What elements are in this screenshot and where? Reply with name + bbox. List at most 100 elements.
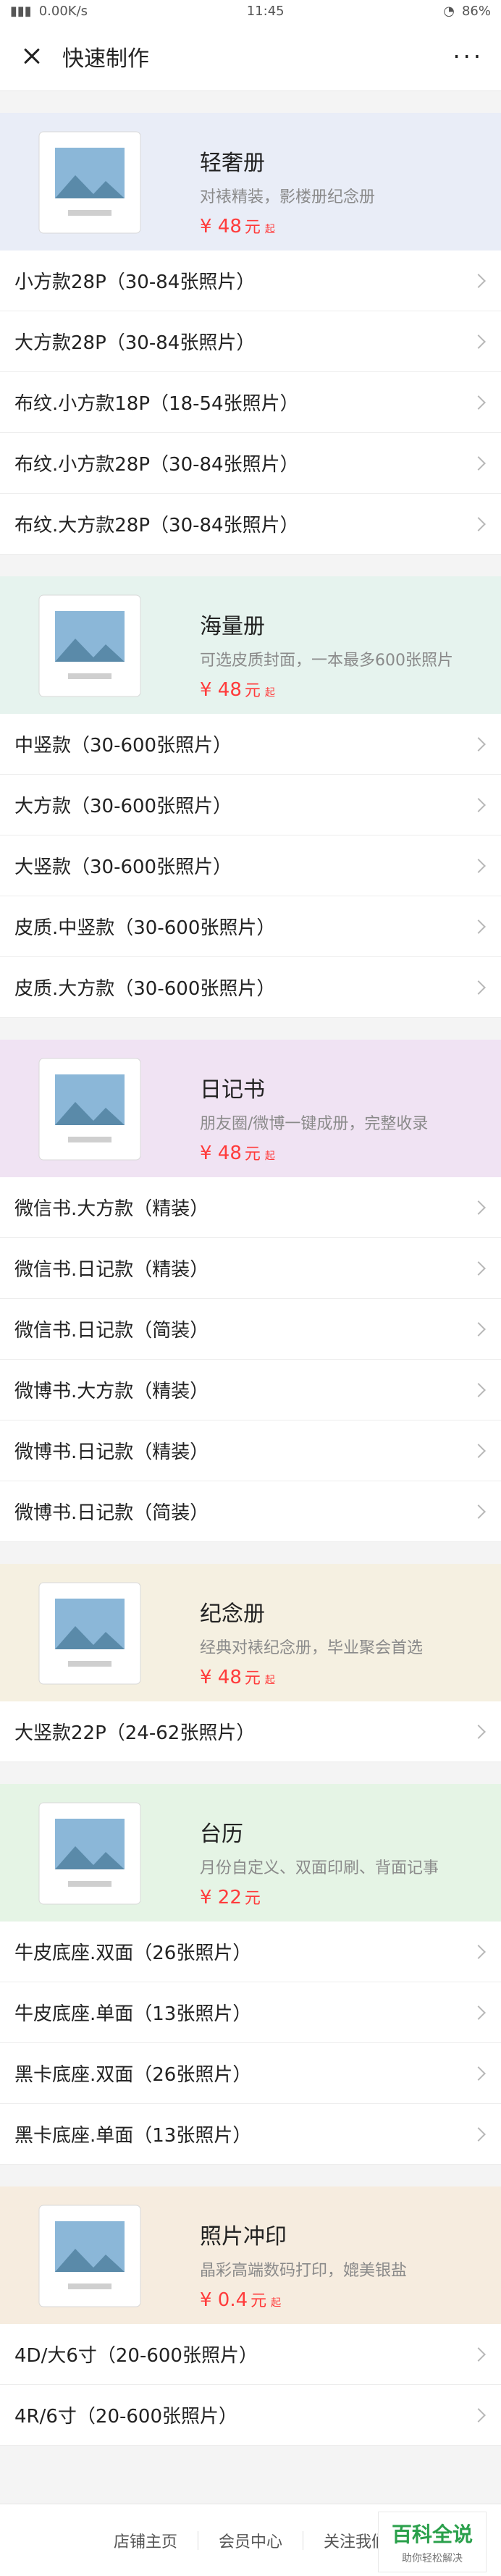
chevron-right-icon <box>471 980 486 995</box>
product-list: 轻奢册 对裱精装，影楼册纪念册 ¥ 48 元起小方款28P（30-84张照片） 大方款2… <box>0 91 501 2504</box>
product-option-row[interactable]: 小方款28P（30-84张照片） <box>0 251 501 311</box>
section-subtitle: 晶彩高端数码打印，媲美银盐 <box>200 2262 408 2280</box>
product-option-row[interactable]: 微博书.日记款（精装） <box>0 1420 501 1481</box>
memorial-book-icon <box>25 1570 155 1700</box>
section-banner[interactable]: 照片冲印 晶彩高端数码打印，媲美银盐 ¥ 0.4 元起 <box>0 2186 501 2324</box>
section-banner[interactable]: 纪念册 经典对裱纪念册，毕业聚会首选 ¥ 48 元起 <box>0 1564 501 1701</box>
status-left: ▮▮▮ 0.00K/s <box>10 4 88 19</box>
product-section: 台历 月份自定义、双面印刷、背面记事 ¥ 22 元牛皮底座.双面（26张照片） 牛皮底座… <box>0 1784 501 2165</box>
section-gap <box>0 2446 501 2504</box>
price-value: ¥ 48 <box>200 216 242 237</box>
section-price: ¥ 48 元起 <box>200 1141 428 1164</box>
section-text: 海量册 可选皮质封面，一本最多600张照片 ¥ 48 元起 <box>200 608 453 701</box>
product-option-row[interactable]: 黑卡底座.单面（13张照片） <box>0 2104 501 2165</box>
chevron-right-icon <box>471 797 486 812</box>
chevron-right-icon <box>471 2407 486 2423</box>
section-title: 轻奢册 <box>200 151 265 176</box>
chevron-right-icon <box>471 919 486 934</box>
chevron-right-icon <box>471 516 486 531</box>
product-option-label: 微博书.大方款（精装） <box>14 1381 209 1402</box>
product-option-label: 牛皮底座.双面（26张照片） <box>14 1942 252 1964</box>
section-text: 纪念册 经典对裱纪念册，毕业聚会首选 ¥ 48 元起 <box>200 1596 423 1688</box>
price-from-label: 起 <box>264 1150 275 1162</box>
product-option-label: 微信书.大方款（精装） <box>14 1198 209 1220</box>
product-option-label: 大竖款（30-600张照片） <box>14 856 232 878</box>
product-option-row[interactable]: 布纹.大方款28P（30-84张照片） <box>0 494 501 555</box>
product-option-row[interactable]: 微信书.日记款（精装） <box>0 1238 501 1299</box>
chevron-right-icon <box>471 1260 486 1276</box>
product-option-row[interactable]: 微博书.日记款（简装） <box>0 1481 501 1542</box>
price-unit: 元 <box>244 682 261 700</box>
status-time: 11:45 <box>246 3 285 19</box>
more-menu-icon[interactable]: ··· <box>452 43 484 70</box>
product-option-row[interactable]: 皮质.中竖款（30-600张照片） <box>0 896 501 957</box>
status-right: ◔ 86% <box>443 4 491 19</box>
close-icon[interactable] <box>17 42 46 71</box>
price-value: ¥ 48 <box>200 1667 242 1688</box>
product-option-label: 微信书.日记款（简装） <box>14 1320 209 1342</box>
chevron-right-icon <box>471 2126 486 2142</box>
product-option-label: 黑卡底座.双面（26张照片） <box>14 2064 252 2086</box>
section-gap <box>0 91 501 113</box>
product-option-row[interactable]: 布纹.小方款18P（18-54张照片） <box>0 372 501 433</box>
section-banner[interactable]: 海量册 可选皮质封面，一本最多600张照片 ¥ 48 元起 <box>0 576 501 714</box>
product-option-row[interactable]: 微信书.大方款（精装） <box>0 1177 501 1238</box>
page-title: 快速制作 <box>62 46 149 72</box>
price-unit: 元 <box>250 2292 267 2310</box>
watermark-subtitle: 助你轻松解决 <box>402 2553 463 2564</box>
top-navbar: 快速制作 ··· <box>0 22 501 91</box>
wifi-icon: ◔ <box>443 3 455 19</box>
price-unit: 元 <box>244 1890 261 1908</box>
product-option-row[interactable]: 4R/6寸（20-600张照片） <box>0 2385 501 2446</box>
product-option-row[interactable]: 4D/大6寸（20-600张照片） <box>0 2324 501 2385</box>
product-option-row[interactable]: 中竖款（30-600张照片） <box>0 714 501 775</box>
price-from-label: 起 <box>264 1675 275 1686</box>
product-option-row[interactable]: 黑卡底座.双面（26张照片） <box>0 2043 501 2104</box>
desk-calendar-icon <box>25 1790 155 1920</box>
product-option-row[interactable]: 布纹.小方款28P（30-84张照片） <box>0 433 501 494</box>
product-option-row[interactable]: 微信书.日记款（简装） <box>0 1299 501 1360</box>
network-speed: 0.00K/s <box>38 3 88 19</box>
photo-book-icon <box>25 582 155 712</box>
product-section: 海量册 可选皮质封面，一本最多600张照片 ¥ 48 元起中竖款（30-600张照片）… <box>0 576 501 1018</box>
product-option-row[interactable]: 大竖款22P（24-62张照片） <box>0 1701 501 1762</box>
product-option-label: 大竖款22P（24-62张照片） <box>14 1722 256 1744</box>
section-text: 照片冲印 晶彩高端数码打印，媲美银盐 ¥ 0.4 元起 <box>200 2218 407 2311</box>
product-option-row[interactable]: 大方款（30-600张照片） <box>0 775 501 835</box>
chevron-right-icon <box>471 1504 486 1519</box>
footer-link-shop-home[interactable]: 店铺主页 <box>114 2529 177 2552</box>
section-price: ¥ 48 元起 <box>200 678 453 701</box>
product-section: 照片冲印 晶彩高端数码打印，媲美银盐 ¥ 0.4 元起 4D/大6寸（20-600张照片… <box>0 2186 501 2446</box>
product-option-row[interactable]: 微博书.大方款（精装） <box>0 1360 501 1420</box>
watermark-title: 百科全说 <box>391 2522 473 2546</box>
watermark-badge: 百科全说 助你轻松解决 <box>378 2512 487 2572</box>
section-title: 台历 <box>200 1822 243 1847</box>
section-text: 轻奢册 对裱精装，影楼册纪念册 ¥ 48 元起 <box>200 145 375 237</box>
product-option-row[interactable]: 牛皮底座.双面（26张照片） <box>0 1922 501 1982</box>
product-option-row[interactable]: 皮质.大方款（30-600张照片） <box>0 957 501 1018</box>
section-banner[interactable]: 日记书 朋友圈/微博一键成册，完整收录 ¥ 48 元起 <box>0 1040 501 1177</box>
product-option-label: 皮质.中竖款（30-600张照片） <box>14 917 276 939</box>
product-option-label: 微信书.日记款（精装） <box>14 1259 209 1281</box>
price-value: ¥ 22 <box>200 1887 242 1908</box>
bottom-footer: 店铺主页 会员中心 关注我们 百科全说 助你轻松解决 <box>0 2504 501 2576</box>
chevron-right-icon <box>471 1382 486 1397</box>
section-banner[interactable]: 台历 月份自定义、双面印刷、背面记事 ¥ 22 元 <box>0 1784 501 1922</box>
footer-link-member-center[interactable]: 会员中心 <box>219 2529 282 2552</box>
section-gap <box>0 1762 501 1784</box>
product-option-row[interactable]: 牛皮底座.单面（13张照片） <box>0 1982 501 2043</box>
section-price: ¥ 48 元起 <box>200 214 375 237</box>
product-option-label: 布纹.小方款28P（30-84张照片） <box>14 454 299 476</box>
product-option-label: 4R/6寸（20-600张照片） <box>14 2406 238 2428</box>
product-option-label: 微博书.日记款（精装） <box>14 1441 209 1463</box>
product-option-label: 中竖款（30-600张照片） <box>14 735 232 757</box>
product-section: 纪念册 经典对裱纪念册，毕业聚会首选 ¥ 48 元起大竖款22P（24-62张照片） <box>0 1564 501 1762</box>
diary-book-icon <box>25 1045 155 1176</box>
product-option-row[interactable]: 大方款28P（30-84张照片） <box>0 311 501 372</box>
product-option-row[interactable]: 大竖款（30-600张照片） <box>0 835 501 896</box>
section-banner[interactable]: 轻奢册 对裱精装，影楼册纪念册 ¥ 48 元起 <box>0 113 501 251</box>
section-subtitle: 朋友圈/微博一键成册，完整收录 <box>200 1115 429 1133</box>
signal-icon: ▮▮▮ <box>10 3 32 19</box>
price-unit: 元 <box>244 1670 261 1688</box>
section-gap <box>0 555 501 576</box>
